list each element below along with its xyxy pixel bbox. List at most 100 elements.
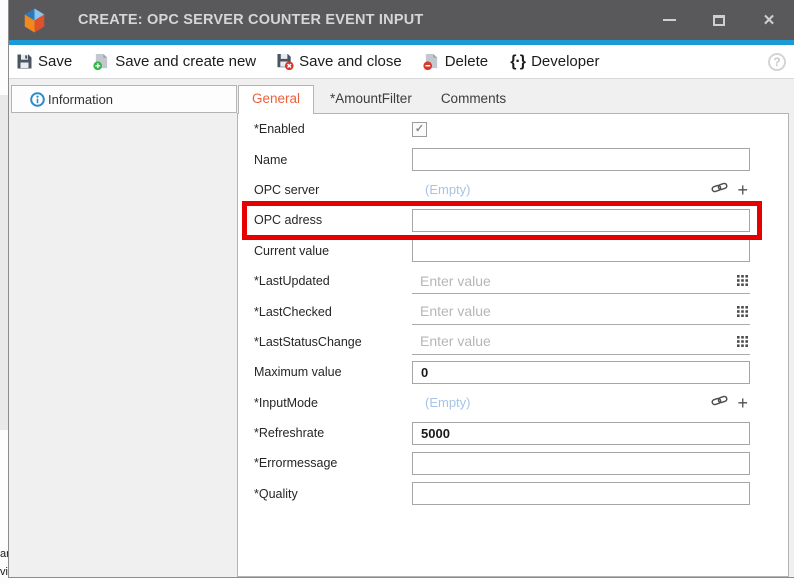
field-label: *InputMode xyxy=(254,396,412,410)
form-row-maximum-value: Maximum value 0 xyxy=(238,357,788,387)
input-placeholder: Enter value xyxy=(420,333,491,349)
add-icon[interactable]: + xyxy=(737,181,748,199)
lookup-field: (Empty) + xyxy=(412,178,750,201)
delete-icon xyxy=(423,53,440,70)
add-icon[interactable]: + xyxy=(737,394,748,412)
form-row--enabled: *Enabled✓ xyxy=(238,114,788,144)
tab-general[interactable]: General xyxy=(238,85,314,114)
form-row--errormessage: *Errormessage xyxy=(238,448,788,478)
field-control: (Empty) + xyxy=(412,178,750,201)
grid-icon[interactable] xyxy=(737,306,748,317)
field-control: ✓ xyxy=(412,122,750,137)
field-control xyxy=(412,452,750,475)
date-input[interactable]: Enter value xyxy=(412,299,750,325)
field-control: Enter value xyxy=(412,299,750,325)
minimize-button[interactable] xyxy=(658,9,680,31)
lookup-value[interactable]: (Empty) xyxy=(412,395,471,410)
grid-icon[interactable] xyxy=(737,275,748,286)
form-row--lastchecked: *LastCheckedEnter value xyxy=(238,296,788,326)
field-control: Enter value xyxy=(412,268,750,294)
field-label: Current value xyxy=(254,244,412,258)
date-input[interactable]: Enter value xyxy=(412,268,750,294)
field-control xyxy=(412,209,750,232)
field-label: *Enabled xyxy=(254,122,412,136)
field-control xyxy=(412,148,750,171)
save-create-new-icon xyxy=(93,53,110,70)
toolbar-button-delete[interactable]: Delete xyxy=(423,53,488,70)
toolbar-button-label: Delete xyxy=(445,53,488,70)
field-label: *Errormessage xyxy=(254,456,412,470)
sidebar-item-information[interactable]: Information xyxy=(11,85,237,113)
close-icon: ✕ xyxy=(763,13,776,28)
date-input[interactable]: Enter value xyxy=(412,329,750,355)
window-title: CREATE: OPC SERVER COUNTER EVENT INPUT xyxy=(78,12,423,28)
link-icon[interactable] xyxy=(711,181,728,199)
tab-comments[interactable]: Comments xyxy=(428,85,519,114)
link-icon[interactable] xyxy=(711,394,728,412)
lookup-icons: + xyxy=(711,394,750,412)
titlebar: CREATE: OPC SERVER COUNTER EVENT INPUT ✕ xyxy=(9,0,794,40)
form-panel: *Enabled✓NameOPC server(Empty)+OPC adres… xyxy=(237,113,789,577)
sidebar-item-label: Information xyxy=(48,92,113,107)
toolbar-button-label: Save and close xyxy=(299,53,402,70)
minimize-icon xyxy=(663,19,676,21)
app-logo-icon xyxy=(21,6,48,35)
info-icon xyxy=(30,92,45,107)
lookup-icons: + xyxy=(711,181,750,199)
developer-glyph: {·} xyxy=(510,53,525,71)
lookup-value[interactable]: (Empty) xyxy=(412,182,471,197)
text-input[interactable] xyxy=(412,209,750,232)
tab-amountfilter[interactable]: *AmountFilter xyxy=(317,85,425,114)
toolbar-button-save-and-close[interactable]: Save and close xyxy=(277,53,402,70)
field-label: OPC server xyxy=(254,183,412,197)
input-value: 0 xyxy=(421,365,428,380)
maximize-icon xyxy=(713,15,725,26)
input-value: 5000 xyxy=(421,426,450,441)
field-label: *LastStatusChange xyxy=(254,335,412,349)
close-button[interactable]: ✕ xyxy=(758,9,780,31)
lookup-field: (Empty) + xyxy=(412,391,750,414)
text-input[interactable] xyxy=(412,452,750,475)
toolbar-button-save[interactable]: Save xyxy=(16,53,72,70)
input-placeholder: Enter value xyxy=(420,273,491,289)
save-close-icon xyxy=(277,53,294,70)
maximize-button[interactable] xyxy=(708,9,730,31)
grid-icon[interactable] xyxy=(737,336,748,347)
checkmark-icon: ✓ xyxy=(415,124,424,135)
form-row-opc-adress: OPC adress xyxy=(238,205,788,235)
field-label: *Refreshrate xyxy=(254,426,412,440)
form-row--lastupdated: *LastUpdatedEnter value xyxy=(238,266,788,296)
toolbar-button-save-and-create-new[interactable]: Save and create new xyxy=(93,53,256,70)
text-input[interactable] xyxy=(412,239,750,262)
field-label: Maximum value xyxy=(254,365,412,379)
dialog-body: Information General*AmountFilterComments… xyxy=(9,79,794,577)
form-row-current-value: Current value xyxy=(238,236,788,266)
field-control: 5000 xyxy=(412,422,750,445)
help-icon[interactable]: ? xyxy=(768,53,786,71)
developer-icon: {·} xyxy=(509,53,526,70)
form: *Enabled✓NameOPC server(Empty)+OPC adres… xyxy=(238,114,788,509)
text-input[interactable] xyxy=(412,482,750,505)
text-input[interactable]: 0 xyxy=(412,361,750,384)
checkbox[interactable]: ✓ xyxy=(412,122,427,137)
save-icon xyxy=(16,53,33,70)
toolbar-button-developer[interactable]: {·}Developer xyxy=(509,53,599,70)
window-controls: ✕ xyxy=(630,9,780,31)
field-control xyxy=(412,482,750,505)
field-label: *LastChecked xyxy=(254,305,412,319)
form-row-name: Name xyxy=(238,144,788,174)
form-row-opc-server: OPC server(Empty) + xyxy=(238,175,788,205)
field-label: *Quality xyxy=(254,487,412,501)
field-label: Name xyxy=(254,153,412,167)
form-row--refreshrate: *Refreshrate 5000 xyxy=(238,418,788,448)
dialog-window: CREATE: OPC SERVER COUNTER EVENT INPUT ✕… xyxy=(8,0,794,578)
toolbar-button-label: Save xyxy=(38,53,72,70)
text-input[interactable]: 5000 xyxy=(412,422,750,445)
field-control: 0 xyxy=(412,361,750,384)
field-control: Enter value xyxy=(412,329,750,355)
tab-bar: General*AmountFilterComments xyxy=(238,85,519,114)
text-input[interactable] xyxy=(412,148,750,171)
form-row--laststatuschange: *LastStatusChange Enter value xyxy=(238,327,788,357)
toolbar-button-label: Save and create new xyxy=(115,53,256,70)
field-control xyxy=(412,239,750,262)
